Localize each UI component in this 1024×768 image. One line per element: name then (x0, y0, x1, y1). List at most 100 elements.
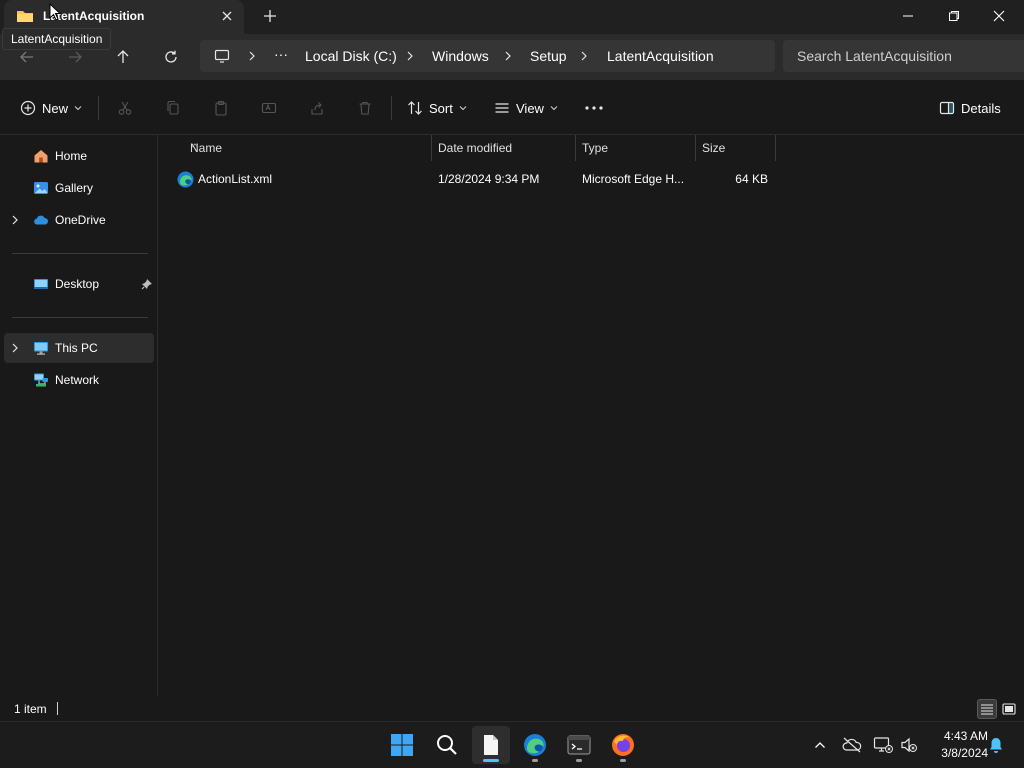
up-button[interactable] (110, 44, 136, 70)
home-icon (33, 148, 49, 164)
sidebar-item-gallery[interactable]: Gallery (4, 173, 154, 203)
address-bar[interactable]: ··· Local Disk (C:) Windows Setup Latent… (200, 40, 775, 72)
tiles-view-button[interactable] (999, 699, 1019, 719)
copy-icon[interactable] (161, 96, 185, 120)
file-list: Name Date modified Type Size ActionList.… (159, 135, 1024, 696)
sidebar-item-home[interactable]: Home (4, 141, 154, 171)
chevron-right-icon[interactable] (503, 50, 513, 62)
desktop-folder-icon (33, 276, 49, 292)
chevron-down-icon (459, 105, 467, 111)
sidebar-item-label: Desktop (55, 277, 100, 291)
chevron-right-icon[interactable] (579, 50, 589, 62)
network-monitor-icon[interactable] (872, 734, 894, 756)
delete-icon[interactable] (353, 96, 377, 120)
details-pane-icon (939, 100, 955, 116)
view-lines-icon (494, 100, 510, 116)
cut-icon[interactable] (113, 96, 137, 120)
pin-icon[interactable] (141, 278, 153, 290)
close-tab-icon[interactable] (218, 7, 236, 25)
command-bar: New Sort View Details (0, 80, 1024, 135)
sidebar-item-desktop[interactable]: Desktop (4, 269, 154, 299)
divider (391, 96, 392, 120)
column-header-type[interactable]: Type (576, 135, 695, 161)
edge-document-icon (177, 171, 194, 188)
sort-icon (407, 100, 423, 116)
new-button[interactable]: New (20, 96, 82, 120)
monitor-icon[interactable] (214, 48, 230, 64)
column-label: Size (702, 141, 726, 155)
sidebar-item-label: This PC (55, 341, 98, 355)
file-size: 64 KB (735, 172, 768, 186)
chevron-right-icon[interactable] (405, 50, 415, 62)
new-label: New (42, 100, 69, 116)
breadcrumb-local-disk[interactable]: Local Disk (C:) (305, 48, 397, 64)
expand-chevron-icon[interactable] (10, 214, 20, 226)
this-pc-icon (33, 340, 49, 356)
notification-bell-icon[interactable] (985, 734, 1007, 756)
sort-label: Sort (429, 100, 453, 116)
sidebar-item-this-pc[interactable]: This PC (4, 333, 154, 363)
title-bar: LatentAcquisition (0, 0, 1024, 34)
restore-button[interactable] (931, 0, 977, 32)
clock-time: 4:43 AM (943, 729, 988, 743)
file-name: ActionList.xml (198, 172, 273, 186)
paste-icon[interactable] (209, 96, 233, 120)
details-pane-button[interactable]: Details (939, 96, 1001, 120)
plus-circle-icon (20, 100, 36, 116)
folder-icon (16, 8, 34, 24)
network-icon (33, 372, 49, 388)
show-hidden-icons-chevron-icon[interactable] (809, 734, 831, 756)
sidebar-item-network[interactable]: Network (4, 365, 154, 395)
divider (12, 317, 148, 318)
chevron-down-icon (74, 105, 82, 111)
close-window-button[interactable] (976, 0, 1022, 32)
sidebar-item-label: Home (55, 149, 88, 163)
breadcrumb-latentacquisition[interactable]: LatentAcquisition (607, 48, 714, 64)
volume-muted-icon[interactable] (898, 734, 920, 756)
refresh-button[interactable] (158, 44, 184, 70)
divider (12, 253, 148, 254)
column-divider[interactable] (775, 135, 776, 161)
search-button[interactable] (428, 726, 466, 764)
breadcrumb-setup[interactable]: Setup (530, 48, 567, 64)
sort-button[interactable]: Sort (407, 96, 467, 120)
search-box[interactable]: Search LatentAcquisition (783, 40, 1024, 72)
firefox-taskbar-icon[interactable] (604, 726, 642, 764)
mouse-cursor-icon (49, 3, 61, 21)
details-view-button[interactable] (977, 699, 997, 719)
minimize-button[interactable] (885, 0, 931, 32)
file-explorer-taskbar-icon[interactable] (472, 726, 510, 764)
onedrive-offline-icon[interactable] (841, 734, 863, 756)
column-label: Date modified (438, 141, 513, 155)
column-header-size[interactable]: Size (696, 135, 775, 161)
more-options-icon[interactable] (582, 96, 606, 120)
status-bar: 1 item (0, 696, 1024, 721)
edge-taskbar-icon[interactable] (516, 726, 554, 764)
navigation-bar: ··· Local Disk (C:) Windows Setup Latent… (0, 34, 1024, 80)
search-input[interactable]: Search LatentAcquisition (797, 48, 952, 64)
share-icon[interactable] (305, 96, 329, 120)
gallery-icon (33, 180, 49, 196)
clock[interactable]: 4:43 AM 3/8/2024 (926, 728, 988, 762)
terminal-taskbar-icon[interactable] (560, 726, 598, 764)
chevron-right-icon[interactable] (247, 50, 257, 62)
sidebar-item-onedrive[interactable]: OneDrive (4, 205, 154, 235)
breadcrumb-windows[interactable]: Windows (432, 48, 489, 64)
chevron-down-icon (550, 105, 558, 111)
file-row[interactable]: ActionList.xml 1/28/2024 9:34 PM Microso… (175, 165, 775, 193)
tab-tooltip: LatentAcquisition (2, 28, 112, 50)
start-button[interactable] (383, 726, 421, 764)
details-label: Details (961, 100, 1001, 116)
sidebar-item-label: Network (55, 373, 100, 387)
column-label: Type (582, 141, 609, 155)
expand-chevron-icon[interactable] (10, 342, 20, 354)
rename-icon[interactable] (257, 96, 281, 120)
view-button[interactable]: View (494, 96, 558, 120)
item-count: 1 item (14, 702, 47, 716)
onedrive-icon (33, 212, 49, 228)
column-header-name[interactable]: Name (184, 135, 432, 161)
divider (57, 702, 58, 715)
new-tab-button[interactable] (260, 6, 280, 26)
column-header-date-modified[interactable]: Date modified (432, 135, 575, 161)
breadcrumb-overflow[interactable]: ··· (274, 46, 288, 62)
